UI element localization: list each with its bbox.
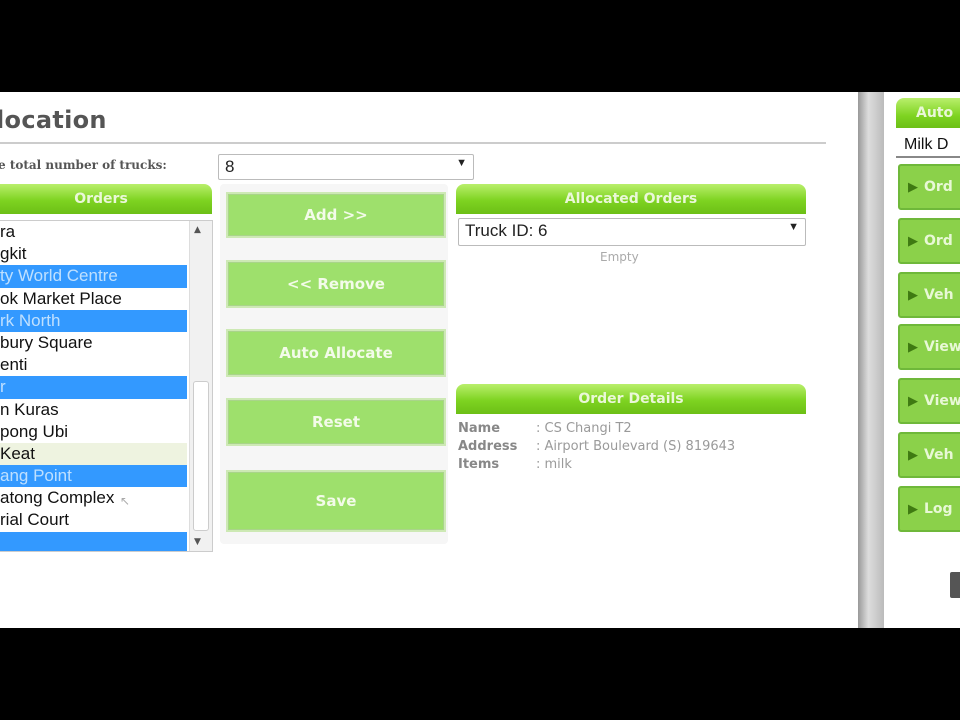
truck-id-value: Truck ID: 6 bbox=[465, 221, 548, 240]
truck-id-select[interactable]: Truck ID: 6 ▼ bbox=[458, 218, 806, 246]
order-list-item[interactable]: pong Ubi bbox=[0, 421, 212, 443]
chevron-down-icon: ▼ bbox=[456, 157, 467, 169]
sidebar-header: Auto bbox=[896, 98, 960, 128]
sidebar-menu-item[interactable]: ▶ Ord bbox=[898, 218, 960, 264]
detail-name-row: Name : CS Changi T2 bbox=[458, 420, 735, 438]
detail-name-label: Name bbox=[458, 421, 501, 436]
app-screen: location e total number of trucks: 8 ▼ O… bbox=[0, 92, 960, 628]
sidebar-menu-item[interactable]: ▶ Veh bbox=[898, 432, 960, 478]
page-title: location bbox=[0, 106, 107, 134]
detail-address-row: Address : Airport Boulevard (S) 819643 bbox=[458, 438, 735, 456]
panel-divider[interactable] bbox=[858, 92, 884, 628]
trucks-count-value: 8 bbox=[225, 157, 235, 176]
sidebar-menu-item-label: Veh bbox=[924, 287, 954, 303]
sidebar-menu-item-label: Ord bbox=[924, 179, 953, 195]
order-list-item[interactable]: r bbox=[0, 376, 187, 399]
scroll-up-icon[interactable]: ▲ bbox=[194, 225, 201, 235]
order-list-item[interactable]: ang Point bbox=[0, 465, 187, 488]
play-triangle-icon: ▶ bbox=[908, 448, 918, 463]
allocated-empty-text: Empty bbox=[600, 250, 639, 264]
mouse-cursor-icon: ↖ bbox=[120, 494, 131, 508]
play-triangle-icon: ▶ bbox=[908, 502, 918, 517]
order-list-item[interactable]: enti bbox=[0, 354, 212, 376]
trucks-count-label: e total number of trucks: bbox=[0, 158, 167, 172]
play-triangle-icon: ▶ bbox=[908, 394, 918, 409]
play-triangle-icon: ▶ bbox=[908, 340, 918, 355]
orders-scrollbar[interactable]: ▲ ▼ bbox=[189, 221, 212, 551]
sidebar-menu-item[interactable]: ▶ View bbox=[898, 324, 960, 370]
save-button[interactable]: Save bbox=[226, 470, 446, 532]
order-list-item[interactable]: n Kuras bbox=[0, 399, 212, 421]
order-details-header: Order Details bbox=[456, 384, 806, 414]
detail-items-label: Items bbox=[458, 457, 500, 472]
allocated-orders-header: Allocated Orders bbox=[456, 184, 806, 214]
sidebar-menu-item[interactable]: ▶ Ord bbox=[898, 164, 960, 210]
order-list-item[interactable]: ra bbox=[0, 221, 212, 243]
order-details: Name : CS Changi T2 Address : Airport Bo… bbox=[458, 420, 735, 474]
sidebar-menu-item-label: Log bbox=[924, 501, 953, 517]
detail-address-label: Address bbox=[458, 439, 518, 454]
order-list-item[interactable]: Keat bbox=[0, 442, 187, 466]
order-list-item[interactable]: rk North bbox=[0, 309, 187, 332]
order-list-item[interactable]: atong Complex bbox=[0, 487, 212, 509]
sidebar-menu-item-label: View bbox=[924, 339, 960, 355]
detail-items-row: Items : milk bbox=[458, 456, 735, 474]
sidebar-divider bbox=[896, 156, 960, 158]
orders-header: Orders bbox=[0, 184, 212, 214]
order-list-item[interactable]: ty World Centre bbox=[0, 265, 187, 288]
detail-address-value: : Airport Boulevard (S) 819643 bbox=[536, 439, 736, 454]
orders-items: ra gkit ty World Centre ok Market Place rk N… bbox=[0, 221, 212, 551]
play-triangle-icon: ▶ bbox=[908, 180, 918, 195]
order-list-item[interactable]: ok Market Place bbox=[0, 288, 212, 310]
order-list-item[interactable]: rial Court bbox=[0, 509, 212, 531]
remove-button[interactable]: << Remove bbox=[226, 260, 446, 308]
reset-button[interactable]: Reset bbox=[226, 398, 446, 446]
scroll-thumb[interactable] bbox=[193, 381, 209, 531]
chevron-down-icon: ▼ bbox=[788, 221, 799, 233]
sidebar-menu-item[interactable]: ▶ Veh bbox=[898, 272, 960, 318]
order-list-item[interactable]: gkit bbox=[0, 243, 212, 265]
detail-name-value: : CS Changi T2 bbox=[536, 421, 632, 436]
scroll-down-icon[interactable]: ▼ bbox=[194, 537, 201, 547]
order-list-item[interactable] bbox=[0, 531, 187, 551]
sidebar: Auto Milk D ▶ Ord ▶ Ord ▶ Veh ▶ View ▶ View ▶ Veh ▶ L… bbox=[892, 92, 960, 628]
add-button[interactable]: Add >> bbox=[226, 192, 446, 238]
allocation-panel: location e total number of trucks: 8 ▼ O… bbox=[0, 92, 852, 628]
sidebar-menu-item-label: View bbox=[924, 393, 960, 409]
detail-items-value: : milk bbox=[536, 457, 572, 472]
play-triangle-icon: ▶ bbox=[908, 288, 918, 303]
sidebar-subtitle: Milk D bbox=[904, 136, 949, 153]
sidebar-menu-item-label: Ord bbox=[924, 233, 953, 249]
sidebar-menu-item[interactable]: ▶ View bbox=[898, 378, 960, 424]
auto-allocate-button[interactable]: Auto Allocate bbox=[226, 329, 446, 377]
sidebar-menu-item[interactable]: ▶ Log bbox=[898, 486, 960, 532]
order-list-item[interactable]: bury Square bbox=[0, 332, 212, 354]
play-triangle-icon: ▶ bbox=[908, 234, 918, 249]
trash-icon[interactable] bbox=[950, 572, 960, 598]
sidebar-menu-item-label: Veh bbox=[924, 447, 954, 463]
trucks-count-select[interactable]: 8 ▼ bbox=[218, 154, 474, 180]
orders-list[interactable]: ra gkit ty World Centre ok Market Place rk N… bbox=[0, 220, 213, 552]
title-divider bbox=[0, 142, 826, 144]
